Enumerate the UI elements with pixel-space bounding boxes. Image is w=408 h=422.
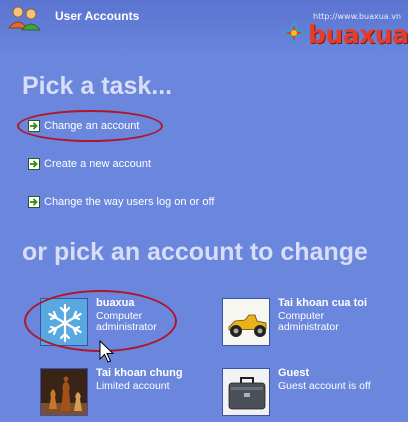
watermark-brand: buaxua — [308, 20, 408, 49]
account-type: Guest account is off — [278, 379, 371, 392]
arrow-right-icon — [28, 120, 40, 132]
pick-account-heading: or pick an account to change — [22, 238, 368, 266]
task-change-logon[interactable]: Change the way users log on or off — [28, 195, 214, 209]
account-tai-khoan-cua-toi[interactable]: Tai khoan cua toi Computer administrator — [222, 297, 368, 346]
task-label: Change the way users log on or off — [44, 196, 215, 208]
account-type-line2: administrator — [96, 321, 157, 333]
arrow-right-icon — [28, 158, 40, 170]
account-type: Limited account — [96, 379, 170, 392]
watermark: http://www.buaxua.vn buaxua — [275, 12, 408, 52]
race-car-picture-icon — [222, 298, 270, 346]
suitcase-picture-icon — [222, 368, 270, 416]
account-buaxua[interactable]: buaxua Computer administrator — [40, 297, 157, 346]
account-tai-khoan-chung[interactable]: Tai khoan chung Limited account — [40, 367, 183, 416]
mouse-pointer-icon — [99, 340, 115, 363]
task-label: Change an account — [44, 120, 140, 132]
window-title: User Accounts — [55, 9, 140, 23]
task-create-account[interactable]: Create a new account — [28, 157, 151, 171]
account-type-line2: administrator — [278, 321, 339, 333]
account-name: Guest — [278, 367, 310, 379]
account-guest[interactable]: Guest Guest account is off — [222, 367, 371, 416]
arrow-right-icon — [28, 196, 40, 208]
users-icon — [8, 6, 41, 31]
chess-pieces-picture-icon — [40, 368, 88, 416]
task-label: Create a new account — [44, 158, 152, 170]
buaxua-logo-icon — [281, 20, 307, 46]
title-bar: User Accounts http://www.buaxua.vn buaxu… — [0, 0, 408, 56]
task-change-account[interactable]: Change an account — [28, 119, 139, 133]
pick-task-heading: Pick a task... — [22, 72, 173, 100]
account-name: Tai khoan cua toi — [278, 297, 368, 309]
account-name: Tai khoan chung — [96, 367, 183, 379]
account-name: buaxua — [96, 297, 135, 309]
snowflake-picture-icon — [40, 298, 88, 346]
